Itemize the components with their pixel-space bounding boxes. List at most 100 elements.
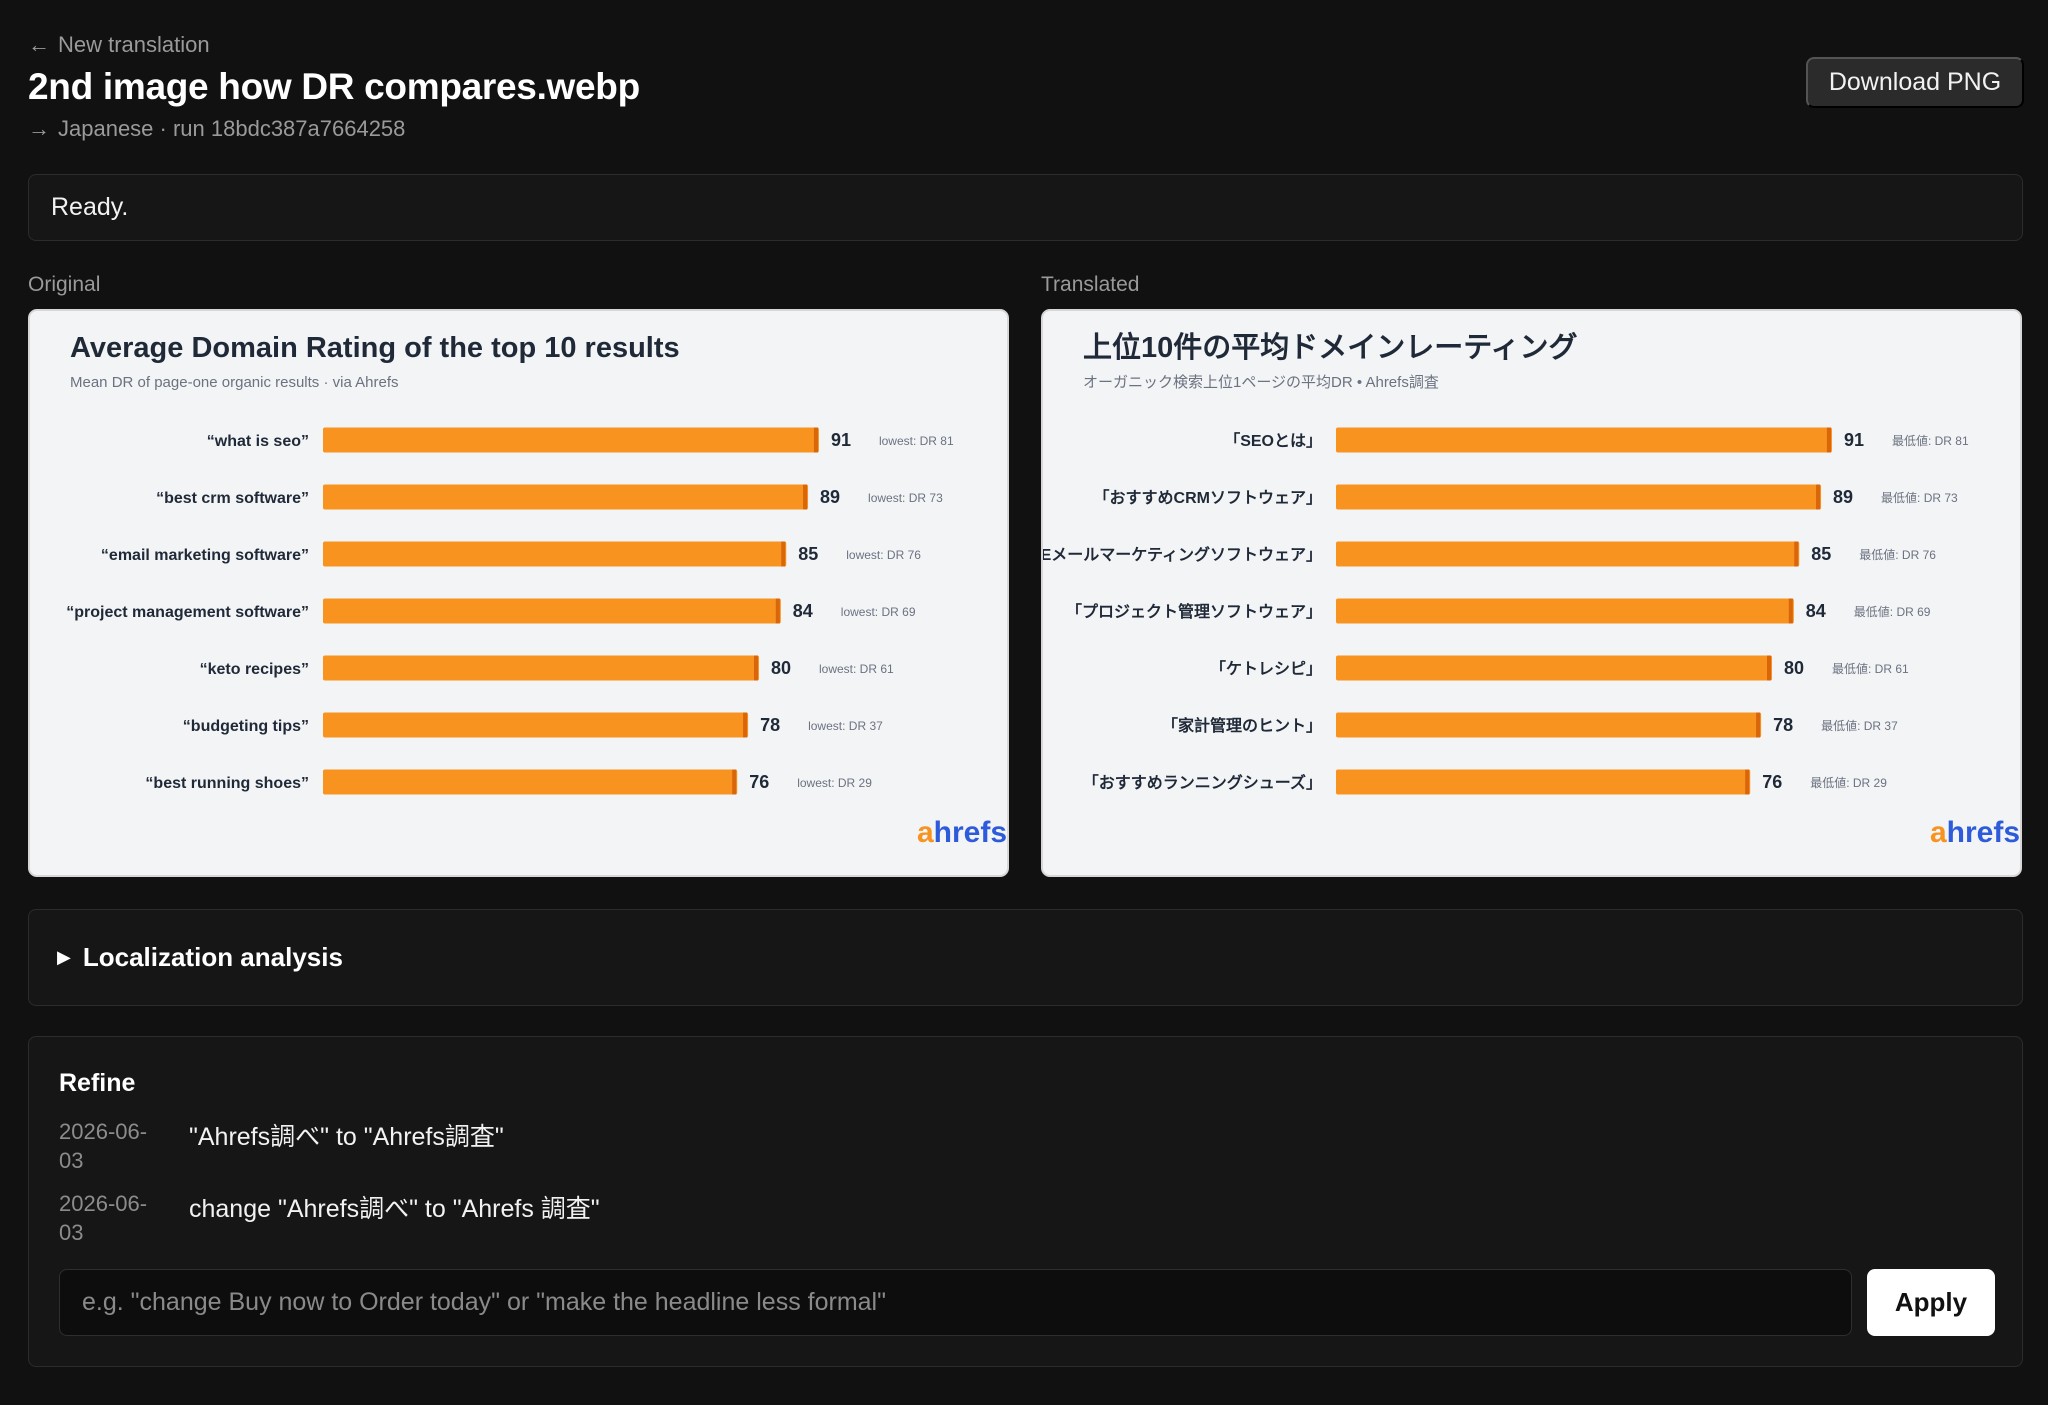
category-label: “best running shoes” xyxy=(145,775,309,792)
original-label: Original xyxy=(28,273,101,296)
lowest-annotation: lowest: DR 61 xyxy=(819,662,894,676)
refine-title: Refine xyxy=(59,1069,136,1097)
bar xyxy=(323,655,759,681)
history-item: 2026-06-03 "Ahrefs調べ" to "Ahrefs調査" xyxy=(59,1117,504,1175)
category-label: “best crm software” xyxy=(156,490,309,507)
bar xyxy=(1336,541,1800,567)
lowest-annotation: lowest: DR 69 xyxy=(841,605,916,619)
history-item: 2026-06-03 change "Ahrefs調べ" to "Ahrefs … xyxy=(59,1189,600,1247)
localization-analysis-label: Localization analysis xyxy=(82,942,343,972)
status-bar: Ready. xyxy=(28,174,2023,241)
lowest-annotation: lowest: DR 37 xyxy=(808,719,883,733)
bar xyxy=(1336,484,1822,510)
localization-analysis-toggle[interactable]: ▶ Localization analysis xyxy=(57,942,343,973)
lowest-annotation: lowest: DR 29 xyxy=(797,776,872,790)
history-date: 2026-06-03 xyxy=(59,1119,148,1173)
bar xyxy=(323,712,749,738)
bar-cap xyxy=(813,427,818,453)
bar-cap xyxy=(1816,484,1821,510)
bar-cap xyxy=(1794,541,1799,567)
lowest-annotation: 最低値: DR 73 xyxy=(1881,490,1958,505)
bar xyxy=(1336,712,1762,738)
back-link[interactable]: ← New translation xyxy=(28,32,210,58)
bar xyxy=(323,427,819,453)
lowest-annotation: lowest: DR 73 xyxy=(868,491,943,505)
lowest-annotation: 最低値: DR 61 xyxy=(1832,661,1909,676)
apply-button[interactable]: Apply xyxy=(1867,1269,1995,1336)
refine-instruction-input[interactable] xyxy=(59,1269,1852,1336)
category-label: “email marketing software” xyxy=(101,547,309,564)
bar-cap xyxy=(775,598,780,624)
bar-cap xyxy=(1756,712,1761,738)
lowest-annotation: 最低値: DR 76 xyxy=(1859,547,1936,562)
category-label: “budgeting tips” xyxy=(183,718,309,735)
value-label: 80 xyxy=(771,658,791,678)
bar-cap xyxy=(732,769,737,795)
category-label: 「プロジェクト管理ソフトウェア」 xyxy=(1066,602,1322,621)
lowest-annotation: 最低値: DR 69 xyxy=(1854,604,1931,619)
localization-analysis-panel[interactable]: ▶ Localization analysis xyxy=(28,909,2023,1006)
bar xyxy=(1336,598,1794,624)
ahrefs-logo: ahrefs xyxy=(1930,816,2020,849)
bar-cap xyxy=(781,541,786,567)
category-label: 「Eメールマーケティングソフトウェア」 xyxy=(1043,545,1322,564)
value-label: 89 xyxy=(1833,487,1853,507)
chart-subtitle: オーガニック検索上位1ページの平均DR • Ahrefs調査 xyxy=(1083,374,1439,391)
svg-text:ahrefs: ahrefs xyxy=(917,816,1007,849)
bar-cap xyxy=(803,484,808,510)
bar xyxy=(1336,769,1751,795)
original-chart: Average Domain Rating of the top 10 resu… xyxy=(66,332,1007,849)
bar xyxy=(323,769,738,795)
lowest-annotation: lowest: DR 76 xyxy=(846,548,921,562)
value-label: 84 xyxy=(793,601,813,621)
category-label: 「家計管理のヒント」 xyxy=(1162,716,1322,735)
bar-cap xyxy=(1745,769,1750,795)
value-label: 91 xyxy=(831,430,851,450)
arrow-left-icon: ← xyxy=(28,32,50,57)
translated-chart-card: 上位10件の平均ドメインレーティングオーガニック検索上位1ページの平均DR • … xyxy=(1041,309,2022,877)
category-label: 「ケトレシピ」 xyxy=(1210,659,1322,678)
svg-text:ahrefs: ahrefs xyxy=(1930,816,2020,849)
bar xyxy=(1336,427,1832,453)
translated-label: Translated xyxy=(1041,273,1140,296)
bar-cap xyxy=(1826,427,1831,453)
bar xyxy=(1336,655,1772,681)
refine-panel: Refine 2026-06-03 "Ahrefs調べ" to "Ahrefs調… xyxy=(28,1036,2023,1367)
value-label: 84 xyxy=(1806,601,1826,621)
chart-title: Average Domain Rating of the top 10 resu… xyxy=(70,332,680,364)
bar-cap xyxy=(1788,598,1793,624)
run-subline: → Japanese · run 18bdc387a7664258 xyxy=(28,116,405,142)
lowest-annotation: 最低値: DR 37 xyxy=(1821,718,1898,733)
category-label: “project management software” xyxy=(66,604,309,621)
value-label: 91 xyxy=(1844,430,1864,450)
back-link-label: New translation xyxy=(58,32,210,57)
bar-cap xyxy=(1767,655,1771,681)
value-label: 78 xyxy=(1773,715,1793,735)
value-label: 76 xyxy=(1762,772,1782,792)
value-label: 89 xyxy=(820,487,840,507)
history-date: 2026-06-03 xyxy=(59,1191,148,1245)
lowest-annotation: 最低値: DR 81 xyxy=(1892,433,1969,448)
category-label: “keto recipes” xyxy=(200,661,309,678)
bar xyxy=(323,484,809,510)
history-text: "Ahrefs調べ" to "Ahrefs調査" xyxy=(189,1123,504,1151)
lowest-annotation: 最低値: DR 29 xyxy=(1810,775,1887,790)
category-label: 「SEOとは」 xyxy=(1224,431,1322,450)
page-title: 2nd image how DR compares.webp xyxy=(28,66,640,107)
value-label: 85 xyxy=(1811,544,1831,564)
original-chart-card: Average Domain Rating of the top 10 resu… xyxy=(28,309,1009,877)
history-text: change "Ahrefs調べ" to "Ahrefs 調査" xyxy=(189,1195,600,1223)
arrow-right-icon: → xyxy=(28,116,50,141)
chart-subtitle: Mean DR of page-one organic results · vi… xyxy=(70,374,399,391)
download-png-button[interactable]: Download PNG xyxy=(1806,57,2024,108)
value-label: 85 xyxy=(798,544,818,564)
chart-title: 上位10件の平均ドメインレーティング xyxy=(1083,330,1578,364)
value-label: 80 xyxy=(1784,658,1804,678)
bar xyxy=(323,598,781,624)
run-info: Japanese · run 18bdc387a7664258 xyxy=(58,116,406,141)
status-text: Ready. xyxy=(51,193,129,221)
category-label: “what is seo” xyxy=(207,433,309,450)
translated-chart: 上位10件の平均ドメインレーティングオーガニック検索上位1ページの平均DR • … xyxy=(1043,330,2020,849)
bar-cap xyxy=(754,655,758,681)
category-label: 「おすすめCRMソフトウェア」 xyxy=(1094,488,1322,507)
